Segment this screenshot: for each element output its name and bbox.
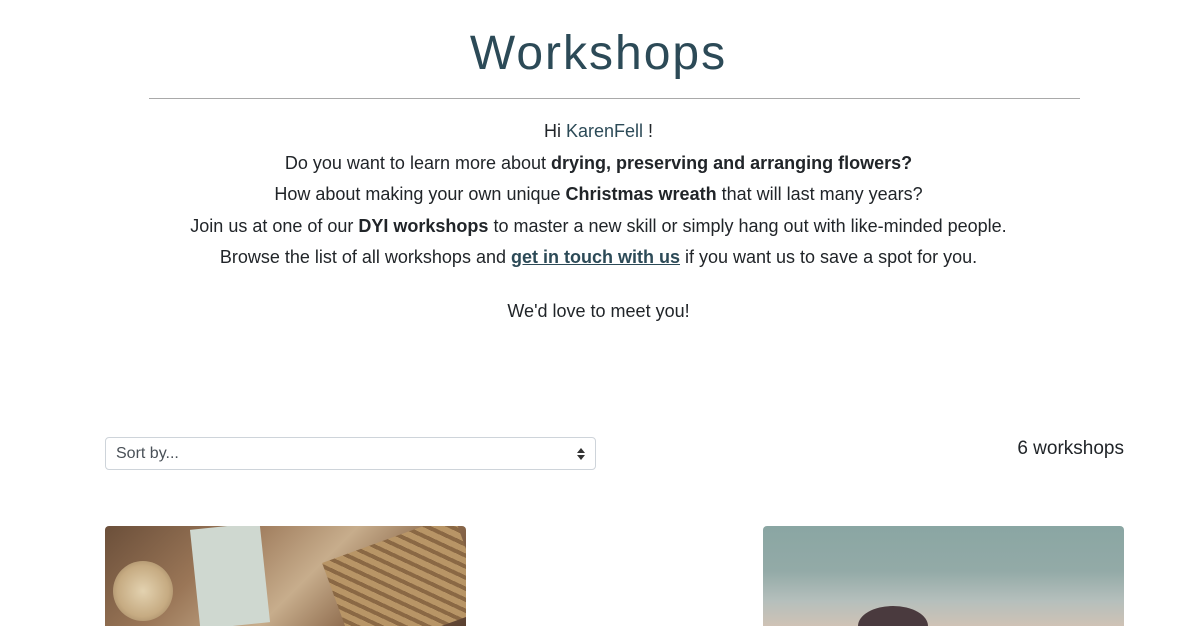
intro-line-3: How about making your own unique Christm…: [0, 179, 1197, 211]
intro-line-2: Do you want to learn more about drying, …: [0, 148, 1197, 180]
intro-line-3-text: How about making your own unique: [274, 184, 566, 204]
intro-line-3-suffix: that will last many years?: [716, 184, 923, 204]
greeting-line: Hi KarenFell !: [0, 116, 1197, 148]
intro-line-5: Browse the list of all workshops and get…: [0, 242, 1197, 274]
intro-line-4: Join us at one of our DYI workshops to m…: [0, 211, 1197, 243]
title-divider: [149, 98, 1080, 99]
select-arrows-icon: [577, 447, 585, 460]
greeting-suffix: !: [648, 121, 654, 141]
intro-line-4-suffix: to master a new skill or simply hang out…: [488, 215, 1007, 236]
contact-link[interactable]: get in touch with us: [511, 247, 680, 267]
intro-line-4-bold: DYI workshops: [358, 215, 489, 236]
intro-line-3-bold: Christmas wreath: [565, 184, 717, 204]
sort-select-value: Sort by...: [116, 444, 179, 462]
sort-select[interactable]: Sort by...: [105, 437, 596, 470]
workshop-count: 6 workshops: [1017, 438, 1124, 459]
intro-line-5-suffix: if you want us to save a spot for you.: [679, 247, 978, 267]
intro-line-4-text: Join us at one of our: [190, 215, 359, 236]
intro-line-2-text: Do you want to learn more about: [284, 152, 552, 173]
page-title: Workshops: [469, 27, 728, 80]
username: KarenFell: [565, 121, 644, 141]
workshop-card-image[interactable]: [763, 526, 1124, 626]
intro-line-5-text: Browse the list of all workshops and: [219, 247, 511, 267]
intro-line-2-bold: drying, preserving and arranging flowers…: [551, 152, 913, 173]
workshop-card-image[interactable]: [105, 526, 466, 626]
intro-text: Hi KarenFell ! Do you want to learn more…: [0, 116, 1197, 274]
greeting-prefix: Hi: [543, 121, 561, 141]
closing-text: We'd love to meet you!: [507, 301, 690, 321]
